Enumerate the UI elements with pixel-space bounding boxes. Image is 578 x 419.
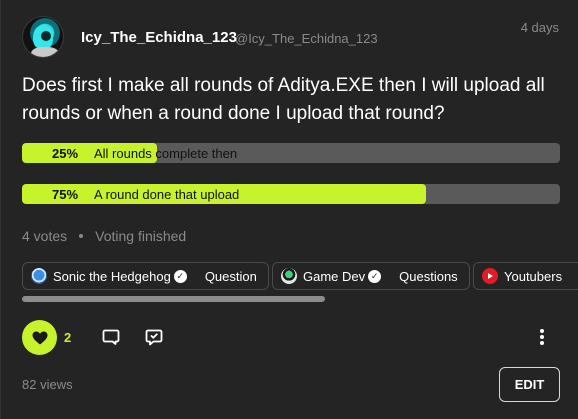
more-vertical-icon [540,329,544,345]
topic-chip-youtubers[interactable]: Youtubers [473,262,578,290]
separator-dot [79,233,84,238]
like-count: 2 [64,330,72,345]
verified-icon: ✓ [368,269,382,283]
youtube-icon [482,268,498,284]
poll-option-2-label: A round done that upload [94,187,240,202]
author-handle: @Icy_The_Echidna_123 [235,31,378,46]
author-username[interactable]: Icy_The_Echidna_123 [81,29,237,46]
post-timestamp: 4 days [520,20,559,35]
comment-icon [102,329,120,345]
topic-name: Game Dev [303,268,366,284]
avatar-face [41,31,51,41]
view-count: 82 views [22,377,73,392]
heart-icon [32,331,47,344]
sonic-icon [31,268,47,284]
topic-name: Sonic the Hedgehog [53,268,171,284]
edit-button[interactable]: EDIT [499,367,560,402]
play-glyph [488,273,493,279]
topic-category: Question [204,268,257,284]
poll-option-2-percent: 75% [52,187,79,202]
gamedev-icon [281,268,297,284]
like-button[interactable] [22,320,57,355]
poll-meta: 4 votes Voting finished [22,228,186,244]
share-icon [145,329,163,346]
topic-name: Youtubers [504,268,563,284]
topics-strip: Sonic the Hedgehog ✓ Question Game Dev ✓… [22,262,578,290]
topics-scrollbar[interactable] [22,296,325,302]
share-button[interactable] [142,325,166,349]
topic-category: Questions [399,268,458,284]
poll-option-1: 25% All rounds complete then [22,143,560,163]
verified-icon: ✓ [173,269,187,283]
topic-chip-sonic[interactable]: Sonic the Hedgehog ✓ Question [22,262,269,290]
poll-vote-count: 4 votes [22,228,68,244]
comment-button[interactable] [99,325,123,349]
poll-option-1-label: All rounds complete then [94,146,238,161]
topic-chip-gamedev[interactable]: Game Dev ✓ Questions [272,262,470,290]
poll-option-2: 75% A round done that upload [22,184,560,204]
post-card: Icy_The_Echidna_123 @Icy_The_Echidna_123… [0,0,578,419]
poll-status: Voting finished [95,228,187,244]
author-avatar[interactable] [22,16,64,58]
avatar-body [31,47,59,57]
poll-option-1-percent: 25% [52,146,79,161]
more-options-button[interactable] [530,325,554,349]
post-question: Does first I make all rounds of Aditya.E… [22,75,545,124]
